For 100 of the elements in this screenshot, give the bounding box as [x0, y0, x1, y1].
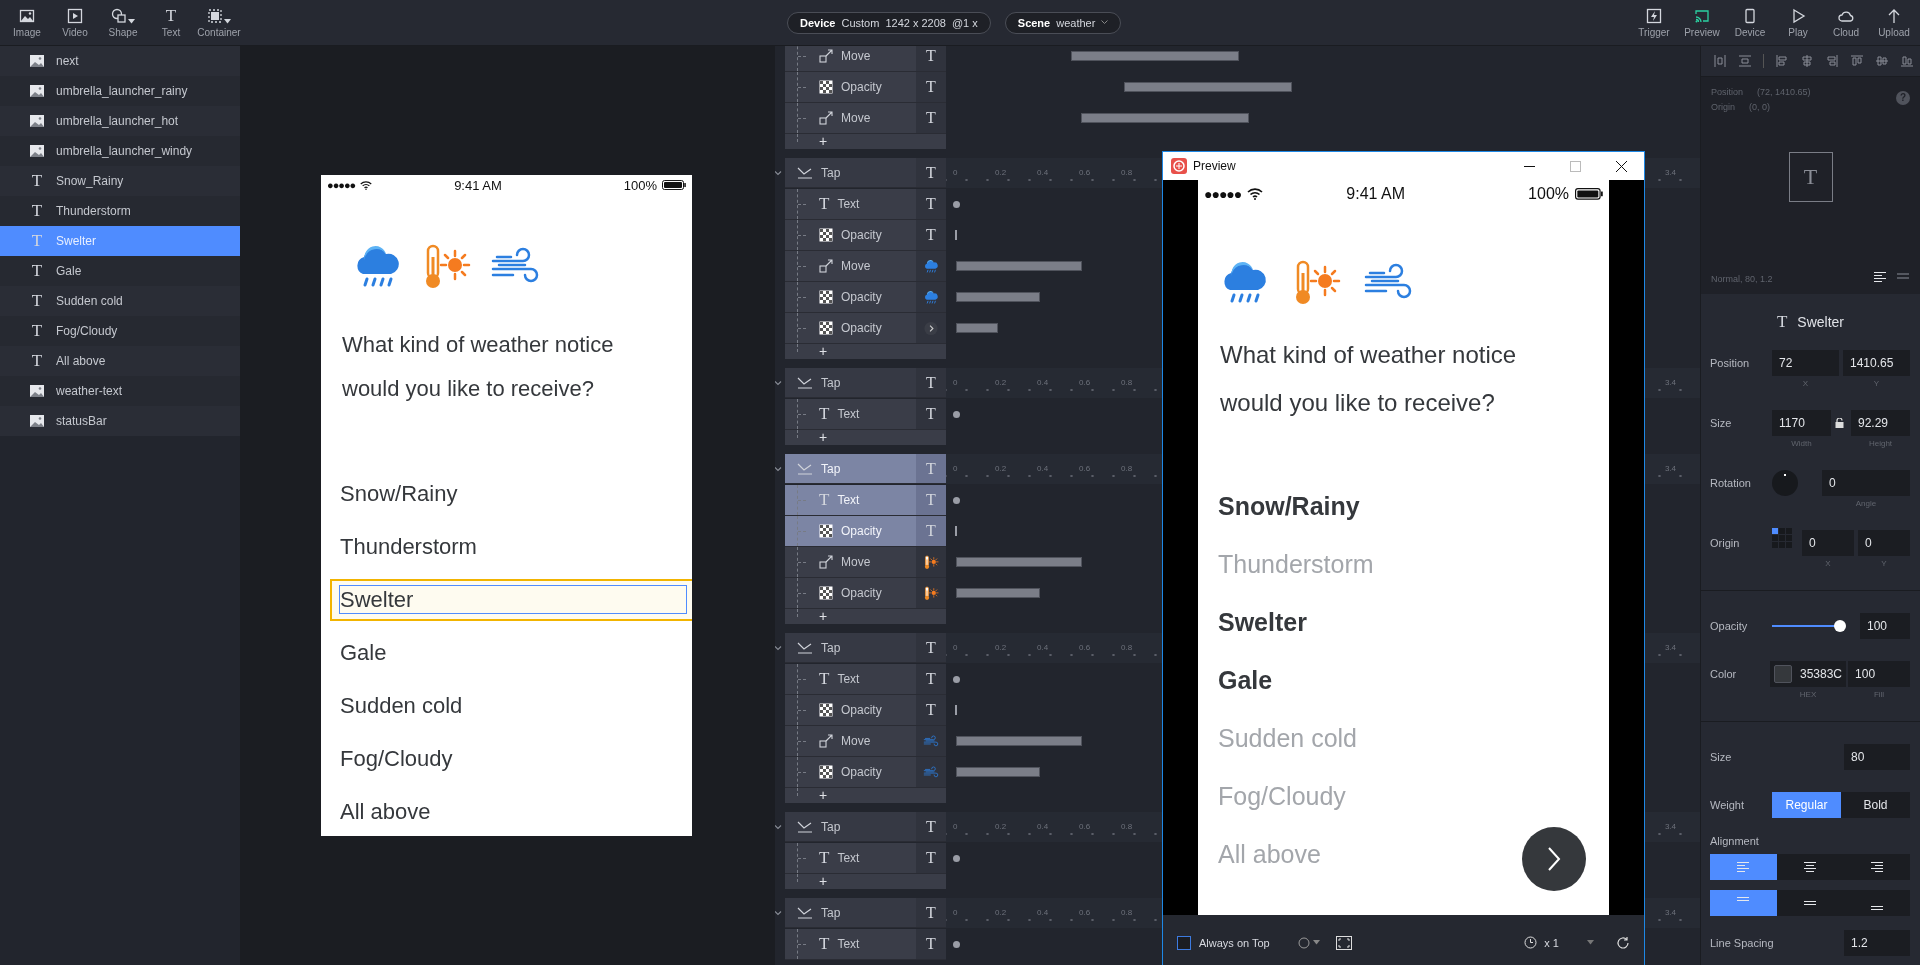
weather-option[interactable]: All above — [330, 791, 692, 833]
weather-option[interactable]: Swelter — [330, 579, 692, 621]
scene-selector[interactable]: Scene weather — [1004, 11, 1122, 34]
weather-option[interactable]: Snow/Rainy — [330, 473, 692, 515]
action-row[interactable]: Move T — [785, 46, 946, 72]
checkbox[interactable] — [1177, 935, 1191, 950]
weather-option[interactable]: Sudden cold — [330, 685, 692, 727]
align-center-icon[interactable] — [1800, 54, 1814, 68]
distribute-horizontal-icon[interactable] — [1713, 54, 1727, 68]
trigger-button[interactable]: Trigger — [1630, 7, 1678, 38]
add-action-button[interactable]: + — [785, 344, 946, 359]
action-row[interactable]: Move — [785, 547, 946, 578]
line-spacing-field[interactable]: 1.2 — [1844, 930, 1910, 956]
y-field[interactable]: 1410.65 — [1843, 350, 1910, 376]
layer-item[interactable]: T Sudden cold — [0, 286, 240, 316]
animation-bar[interactable] — [956, 736, 1082, 746]
weather-option[interactable]: Swelter — [1218, 593, 1609, 651]
action-row[interactable]: Opacity T — [785, 220, 946, 251]
action-row[interactable]: Move — [785, 251, 946, 282]
image-tool[interactable]: Image — [3, 7, 51, 38]
layer-item[interactable]: weather-text — [0, 376, 240, 406]
font-size-field[interactable]: 80 — [1844, 744, 1910, 770]
action-row[interactable]: Opacity — [785, 282, 946, 313]
opacity-field[interactable]: 100 — [1860, 613, 1910, 639]
angle-field[interactable]: 0 — [1822, 470, 1910, 496]
weather-option[interactable]: Fog/Cloudy — [330, 738, 692, 780]
action-row[interactable]: Opacity — [785, 578, 946, 609]
keyframe-dot[interactable] — [953, 411, 960, 418]
layer-item[interactable]: T Gale — [0, 256, 240, 286]
device-selector[interactable]: Device Custom 1242 x 2208 @1 x — [787, 11, 991, 34]
fullscreen-icon[interactable] — [1335, 935, 1352, 950]
add-action-button[interactable]: + — [785, 874, 946, 889]
color-swatch[interactable] — [1774, 665, 1792, 683]
animation-bar[interactable] — [956, 323, 998, 333]
layer-item[interactable]: T All above — [0, 346, 240, 376]
action-row[interactable]: T Text T — [785, 664, 946, 695]
keyframe-dot[interactable] — [953, 201, 960, 208]
fill-field[interactable]: 100 — [1848, 661, 1910, 687]
height-field[interactable]: 92.29 — [1851, 410, 1910, 436]
layer-item[interactable]: umbrella_launcher_rainy — [0, 76, 240, 106]
x-field[interactable]: 0 — [1802, 530, 1854, 556]
weather-option[interactable]: Gale — [330, 632, 692, 674]
opacity-slider[interactable] — [1772, 620, 1844, 632]
action-row[interactable]: T Text T — [785, 189, 946, 220]
animation-bar[interactable] — [956, 588, 1040, 598]
layer-item[interactable]: T Fog/Cloudy — [0, 316, 240, 346]
action-row[interactable]: T Text T — [785, 929, 946, 960]
action-row[interactable]: T Text T — [785, 399, 946, 430]
expand-caret-icon[interactable] — [775, 379, 782, 387]
animation-bar[interactable] — [956, 261, 1082, 271]
record-menu-button[interactable] — [1297, 936, 1320, 949]
layer-item[interactable]: umbrella_launcher_windy — [0, 136, 240, 166]
trigger-row[interactable]: Tap T — [785, 898, 946, 928]
expand-caret-icon[interactable] — [775, 644, 782, 652]
add-action-button[interactable]: + — [785, 134, 946, 149]
align-right-icon[interactable] — [1825, 54, 1839, 68]
weight-option[interactable]: Bold — [1841, 792, 1910, 818]
keyframe-dot[interactable] — [953, 497, 960, 504]
lock-icon[interactable] — [1835, 418, 1844, 428]
shape-tool[interactable]: Shape — [99, 7, 147, 38]
trigger-row[interactable]: Tap T — [785, 158, 946, 188]
weather-option[interactable]: Snow/Rainy — [1218, 477, 1609, 535]
video-tool[interactable]: Video — [51, 7, 99, 38]
animation-bar[interactable] — [956, 292, 1040, 302]
animation-bar[interactable] — [956, 767, 1040, 777]
upload-button[interactable]: Upload — [1870, 7, 1918, 38]
action-row[interactable]: Move — [785, 726, 946, 757]
y-field[interactable]: 0 — [1858, 530, 1910, 556]
weather-option[interactable]: Thunderstorm — [330, 526, 692, 568]
align-middle-icon[interactable] — [1875, 54, 1889, 68]
action-row[interactable]: Opacity — [785, 757, 946, 788]
action-row[interactable]: T Text T — [785, 843, 946, 874]
keyframe-dot[interactable] — [953, 941, 960, 948]
animation-bar[interactable] — [1124, 82, 1292, 92]
align-left-icon[interactable] — [1775, 54, 1789, 68]
layer-item[interactable]: T Thunderstorm — [0, 196, 240, 226]
action-row[interactable]: Opacity T — [785, 695, 946, 726]
width-field[interactable]: 1170 — [1772, 410, 1831, 436]
text-tool[interactable]: T Text — [147, 7, 195, 38]
layer-item[interactable]: T Snow_Rainy — [0, 166, 240, 196]
animation-bar[interactable] — [956, 557, 1082, 567]
color-field[interactable]: 35383C — [1770, 661, 1847, 687]
play-button[interactable]: Play — [1774, 7, 1822, 38]
add-action-button[interactable]: + — [785, 609, 946, 624]
speed-selector[interactable]: x 1 — [1524, 936, 1559, 949]
action-row[interactable]: Opacity — [785, 313, 946, 344]
cloud-button[interactable]: Cloud — [1822, 7, 1870, 38]
align-bottom-icon[interactable] — [1900, 54, 1914, 68]
animation-bar[interactable] — [1081, 113, 1249, 123]
expand-caret-icon[interactable] — [775, 823, 782, 831]
align-top-icon[interactable] — [1850, 54, 1864, 68]
action-row[interactable]: Move T — [785, 103, 946, 134]
keyframe-dot[interactable] — [953, 855, 960, 862]
weather-option[interactable]: Gale — [1218, 651, 1609, 709]
layer-item[interactable]: next — [0, 46, 240, 76]
keyframe-dot[interactable] — [953, 676, 960, 683]
add-action-button[interactable]: + — [785, 430, 946, 445]
action-row[interactable]: Opacity T — [785, 72, 946, 103]
expand-caret-icon[interactable] — [775, 465, 782, 473]
refresh-icon[interactable] — [1616, 935, 1630, 950]
